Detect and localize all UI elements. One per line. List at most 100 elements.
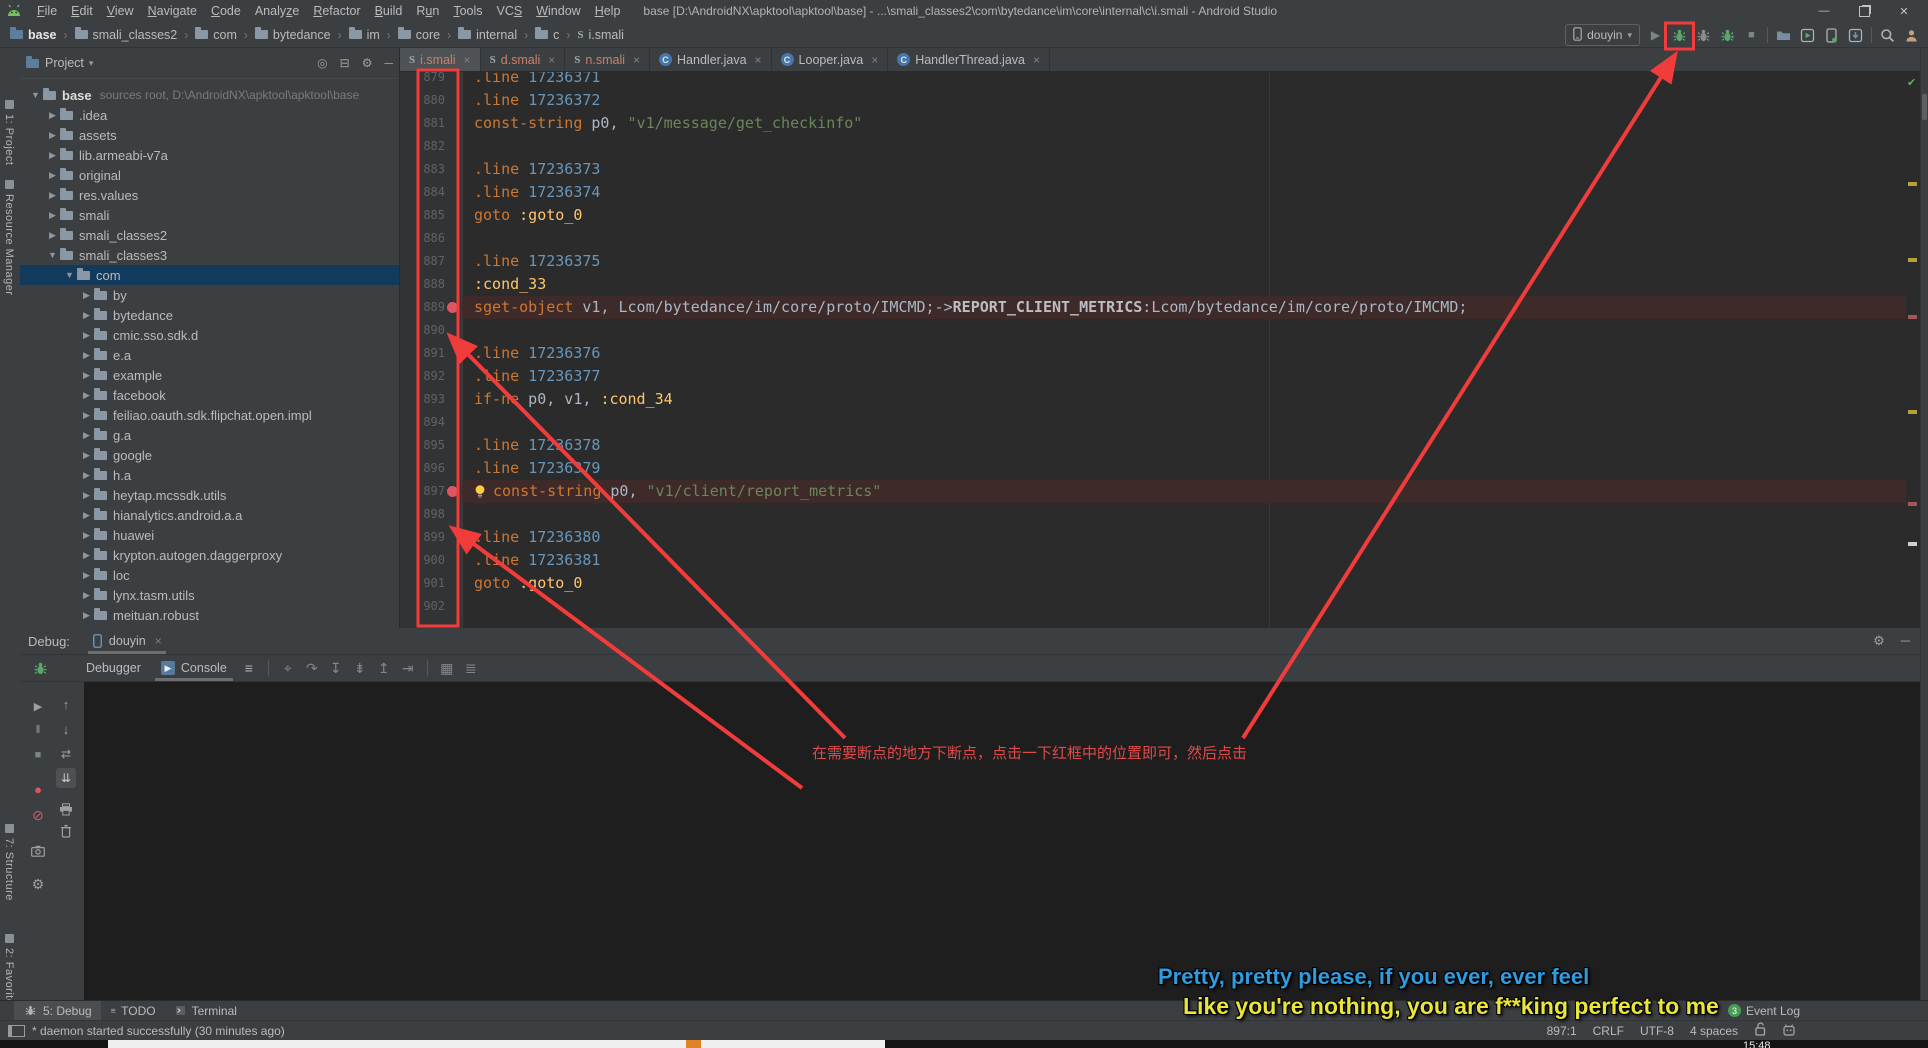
- code-line-889[interactable]: 889sget-object v1, Lcom/bytedance/im/cor…: [400, 296, 1920, 319]
- restore-layout-button[interactable]: ⇄: [56, 744, 76, 764]
- tree-item-heytap.mcssdk.utils[interactable]: ▶heytap.mcssdk.utils: [20, 485, 399, 505]
- search-everywhere-button[interactable]: [1879, 27, 1896, 44]
- chevron-collapsed-icon[interactable]: ▶: [79, 370, 94, 381]
- chevron-collapsed-icon[interactable]: ▶: [79, 450, 94, 461]
- line-number[interactable]: 897: [400, 480, 462, 503]
- menu-analyze[interactable]: Analyze: [248, 4, 306, 18]
- tree-item-.idea[interactable]: ▶.idea: [20, 105, 399, 125]
- chevron-collapsed-icon[interactable]: ▶: [79, 570, 94, 581]
- attach-debugger-button[interactable]: [1695, 27, 1712, 44]
- menu-build[interactable]: Build: [368, 4, 410, 18]
- tree-item-hianalytics.android.a.a[interactable]: ▶hianalytics.android.a.a: [20, 505, 399, 525]
- toolwindow-button-terminal[interactable]: Terminal: [165, 1001, 246, 1020]
- chevron-collapsed-icon[interactable]: ▶: [79, 390, 94, 401]
- mute-breakpoints-button[interactable]: ⊘: [28, 805, 48, 825]
- chevron-collapsed-icon[interactable]: ▶: [79, 350, 94, 361]
- toolwindow-toggle-icon[interactable]: [8, 1025, 25, 1037]
- line-number[interactable]: 895: [400, 434, 462, 457]
- menu-file[interactable]: File: [30, 4, 64, 18]
- debug-session-tab[interactable]: douyin ×: [88, 628, 166, 654]
- close-icon[interactable]: ×: [155, 634, 162, 648]
- breadcrumb-i.smali[interactable]: Si.smali: [577, 28, 624, 42]
- chevron-collapsed-icon[interactable]: ▶: [45, 230, 60, 241]
- tree-item-h.a[interactable]: ▶h.a: [20, 465, 399, 485]
- frame-down-button[interactable]: ↓: [56, 719, 76, 739]
- breadcrumb-com[interactable]: com: [195, 28, 237, 42]
- tree-item-google[interactable]: ▶google: [20, 445, 399, 465]
- code-line-883[interactable]: 883.line 17236373: [400, 158, 1920, 181]
- tree-item-smali[interactable]: ▶smali: [20, 205, 399, 225]
- delete-button[interactable]: [56, 821, 76, 841]
- code-line-896[interactable]: 896.line 17236379: [400, 457, 1920, 480]
- run-to-cursor-button[interactable]: ⇥: [396, 660, 420, 677]
- line-number[interactable]: 888: [400, 273, 462, 296]
- code-line-879[interactable]: 879.line 17236371: [400, 72, 1920, 89]
- code-line-895[interactable]: 895.line 17236378: [400, 434, 1920, 457]
- tree-item-krypton.autogen.daggerproxy[interactable]: ▶krypton.autogen.daggerproxy: [20, 545, 399, 565]
- line-number[interactable]: 889: [400, 296, 462, 319]
- ide-robot-icon[interactable]: [1782, 1023, 1796, 1039]
- menu-code[interactable]: Code: [204, 4, 248, 18]
- code-line-882[interactable]: 882: [400, 135, 1920, 158]
- line-number[interactable]: 879: [400, 72, 462, 89]
- line-number[interactable]: 893: [400, 388, 462, 411]
- chevron-collapsed-icon[interactable]: ▶: [79, 410, 94, 421]
- close-icon[interactable]: ×: [548, 53, 555, 67]
- tab-Looper.java[interactable]: CLooper.java×: [772, 48, 889, 71]
- tree-item-feiliao.oauth.sdk.flipchat.open.impl[interactable]: ▶feiliao.oauth.sdk.flipchat.open.impl: [20, 405, 399, 425]
- chevron-expanded-icon[interactable]: ▼: [62, 270, 77, 280]
- menu-window[interactable]: Window: [529, 4, 587, 18]
- device-manager-button[interactable]: [1823, 27, 1840, 44]
- layout-menu-icon[interactable]: ≡: [237, 660, 261, 676]
- chevron-collapsed-icon[interactable]: ▶: [45, 150, 60, 161]
- breakpoint-icon[interactable]: [447, 486, 458, 497]
- code-line-880[interactable]: 880.line 17236372: [400, 89, 1920, 112]
- hide-panel-icon[interactable]: ─: [1901, 633, 1910, 649]
- close-icon[interactable]: ×: [1033, 53, 1040, 67]
- code-line-894[interactable]: 894: [400, 411, 1920, 434]
- sdk-manager-button[interactable]: [1847, 27, 1864, 44]
- menu-navigate[interactable]: Navigate: [141, 4, 204, 18]
- code-line-893[interactable]: 893if-ne p0, v1, :cond_34: [400, 388, 1920, 411]
- code-line-901[interactable]: 901goto :goto_0: [400, 572, 1920, 595]
- menu-help[interactable]: Help: [588, 4, 628, 18]
- line-number[interactable]: 894: [400, 411, 462, 434]
- tree-item-lynx.tasm.utils[interactable]: ▶lynx.tasm.utils: [20, 585, 399, 605]
- code-line-898[interactable]: 898: [400, 503, 1920, 526]
- chevron-collapsed-icon[interactable]: ▶: [79, 490, 94, 501]
- tab-Handler.java[interactable]: CHandler.java×: [650, 48, 772, 71]
- tab-d.smali[interactable]: Sd.smali×: [481, 48, 566, 71]
- editor-error-stripe[interactable]: ✔: [1906, 72, 1920, 628]
- line-number[interactable]: 892: [400, 365, 462, 388]
- tree-item-huawei[interactable]: ▶huawei: [20, 525, 399, 545]
- locate-icon[interactable]: ◎: [317, 56, 327, 70]
- settings-gear-button[interactable]: ⚙: [28, 874, 48, 894]
- tree-item-original[interactable]: ▶original: [20, 165, 399, 185]
- code-line-888[interactable]: 888:cond_33: [400, 273, 1920, 296]
- line-number[interactable]: 891: [400, 342, 462, 365]
- tree-item-smali_classes2[interactable]: ▶smali_classes2: [20, 225, 399, 245]
- chevron-collapsed-icon[interactable]: ▶: [45, 210, 60, 221]
- breadcrumb-bytedance[interactable]: bytedance: [255, 28, 331, 42]
- breadcrumb-im[interactable]: im: [349, 28, 380, 42]
- collapse-all-icon[interactable]: ⊟: [340, 56, 350, 70]
- gear-icon[interactable]: ⚙: [362, 56, 373, 70]
- project-panel-title[interactable]: Project: [45, 56, 84, 70]
- chevron-expanded-icon[interactable]: ▼: [28, 90, 43, 100]
- menu-run[interactable]: Run: [409, 4, 446, 18]
- chevron-collapsed-icon[interactable]: ▶: [79, 430, 94, 441]
- tree-item-lib.armeabi-v7a[interactable]: ▶lib.armeabi-v7a: [20, 145, 399, 165]
- close-button[interactable]: ✕: [1884, 0, 1924, 22]
- tree-item-g.a[interactable]: ▶g.a: [20, 425, 399, 445]
- tree-item-res.values[interactable]: ▶res.values: [20, 185, 399, 205]
- menu-view[interactable]: View: [100, 4, 141, 18]
- toolwindow-button-5-debug[interactable]: 5: Debug: [14, 1001, 101, 1020]
- tree-item-by[interactable]: ▶by: [20, 285, 399, 305]
- line-number[interactable]: 890: [400, 319, 462, 342]
- breadcrumb-smali_classes2[interactable]: smali_classes2: [75, 28, 178, 42]
- code-line-891[interactable]: 891.line 17236376: [400, 342, 1920, 365]
- chevron-collapsed-icon[interactable]: ▶: [79, 530, 94, 541]
- tree-item-example[interactable]: ▶example: [20, 365, 399, 385]
- chevron-collapsed-icon[interactable]: ▶: [79, 290, 94, 301]
- close-icon[interactable]: ×: [871, 53, 878, 67]
